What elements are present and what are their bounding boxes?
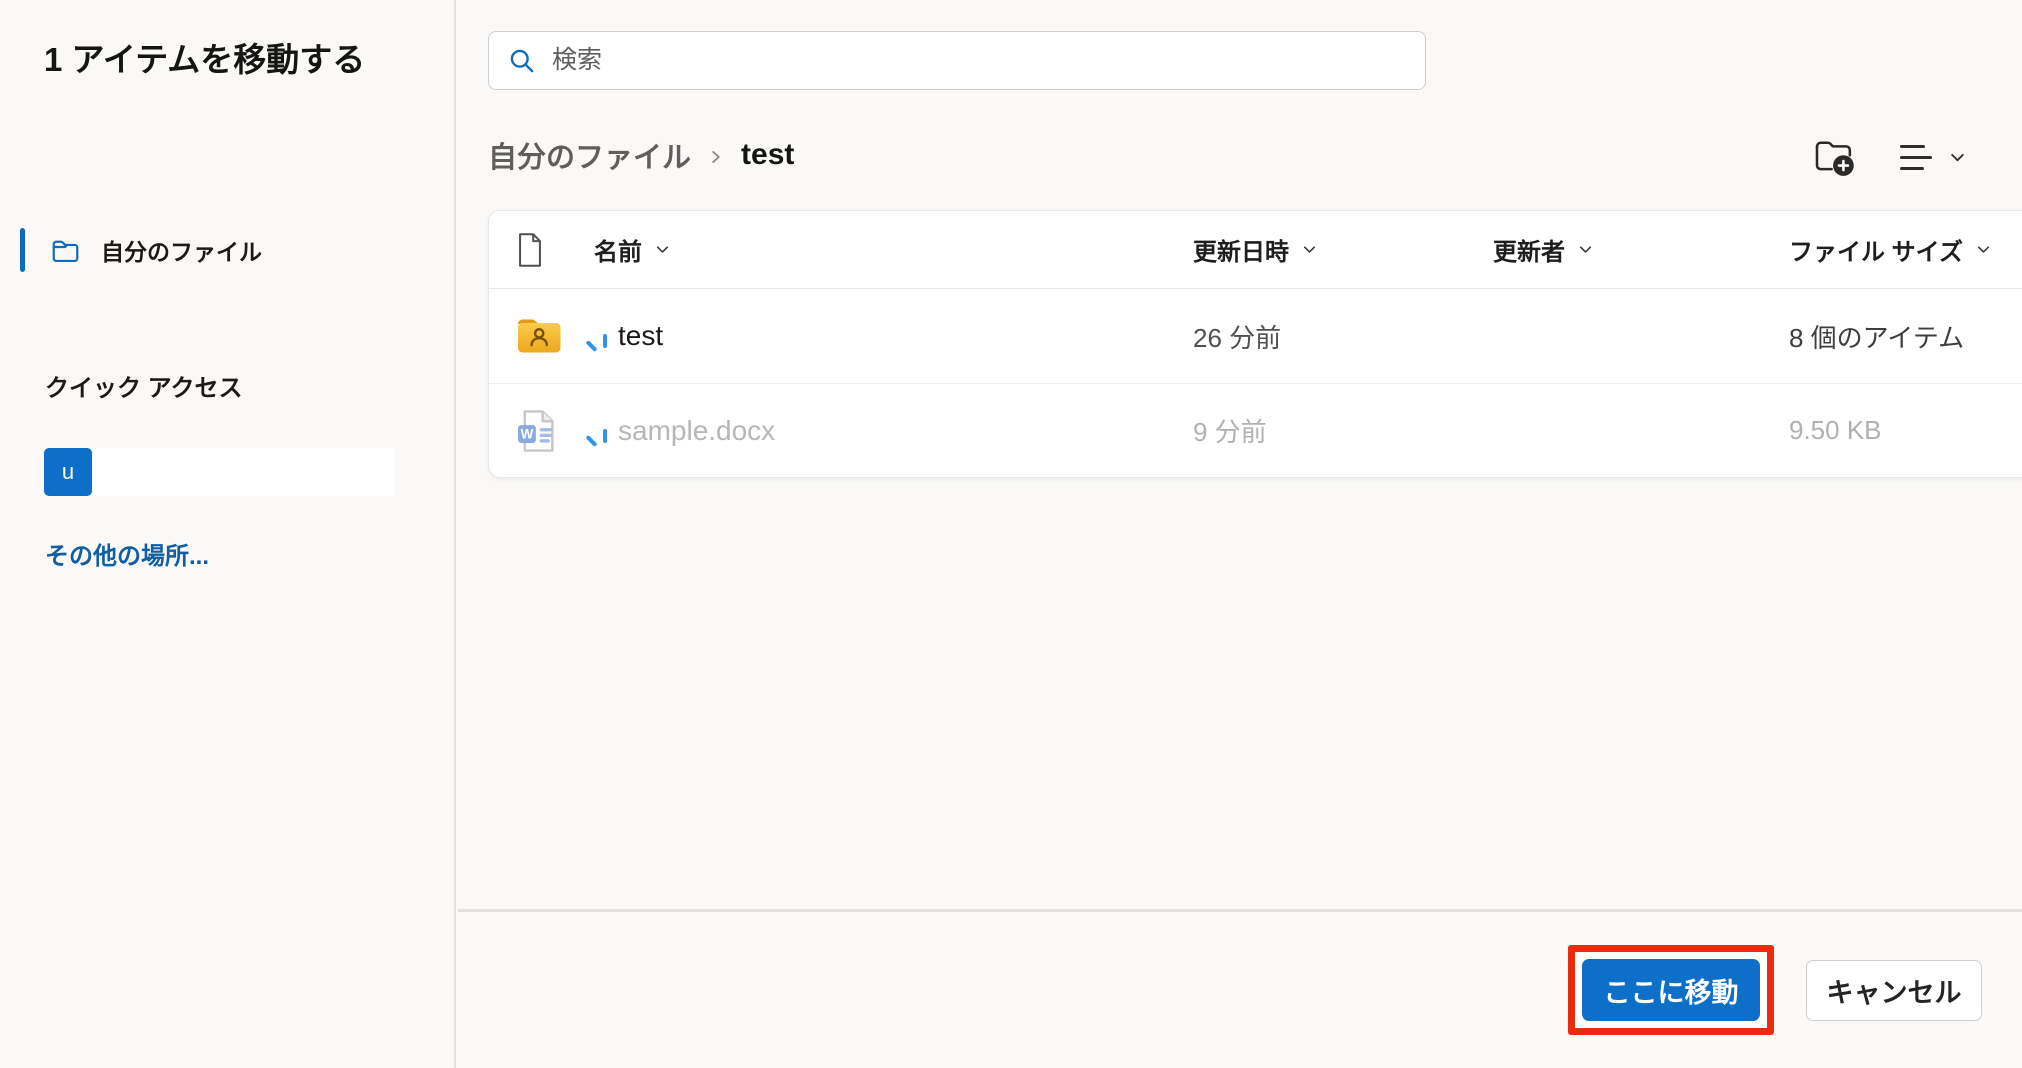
file-size: 9.50 KB [1789,415,2022,446]
quick-access-heading: クイック アクセス [45,368,242,403]
dialog-title: 1 アイテムを移動する [44,32,384,88]
quick-access-site-item[interactable]: u [44,448,394,496]
move-dialog-main: 自分のファイル test [458,0,2022,1068]
search-input[interactable] [552,46,1406,75]
shared-folder-icon [489,317,569,355]
word-document-icon: W [489,409,569,453]
sidebar-item-my-files[interactable]: 自分のファイル [20,222,430,278]
chevron-down-icon [654,241,671,258]
file-list-card: 名前 更新日時 更新者 ファイル サイズ [488,210,2022,478]
toolbar [1812,135,1967,179]
table-row-sample-docx[interactable]: W sample.docx 9 分前 9.50 KB [489,383,2022,477]
chevron-down-icon [1948,148,1967,167]
column-header-modified-by[interactable]: 更新者 [1493,232,1789,267]
file-list-header: 名前 更新日時 更新者 ファイル サイズ [489,211,2022,289]
column-header-size[interactable]: ファイル サイズ [1789,232,2022,267]
table-row-folder-test[interactable]: test 26 分前 8 個のアイテム [489,289,2022,383]
chevron-down-icon [1975,241,1992,258]
breadcrumb-root[interactable]: 自分のファイル [488,134,691,176]
chevron-down-icon [1301,241,1318,258]
new-folder-button[interactable] [1812,136,1858,178]
red-highlight-annotation: ここに移動 [1568,945,1774,1035]
move-indicator-icon [585,429,611,455]
selected-indicator-bar [20,228,25,272]
move-here-button[interactable]: ここに移動 [1582,959,1760,1021]
search-box[interactable] [488,31,1426,90]
move-dialog-sidebar: 1 アイテムを移動する 自分のファイル クイック アクセス u その他の場所..… [0,0,456,1068]
column-header-modified[interactable]: 更新日時 [1193,232,1493,267]
column-header-name[interactable]: 名前 [569,232,1193,267]
cancel-button[interactable]: キャンセル [1806,960,1982,1021]
more-places-link[interactable]: その他の場所... [45,536,209,571]
search-icon [508,47,536,75]
svg-text:W: W [521,426,534,441]
site-avatar: u [44,448,92,496]
file-modified: 26 分前 [1193,318,1493,355]
file-modified: 9 分前 [1193,412,1493,449]
chevron-down-icon [1577,241,1594,258]
view-options-button[interactable] [1900,144,1967,170]
move-indicator-icon [585,334,611,360]
document-type-icon [489,232,569,268]
breadcrumb-current: test [741,138,794,172]
breadcrumb: 自分のファイル test [488,134,794,176]
file-name: sample.docx [594,415,775,447]
folder-icon [50,235,81,266]
footer-divider [458,909,2022,912]
new-folder-icon [1812,136,1858,178]
breadcrumb-chevron-icon [707,148,725,166]
sidebar-item-label: 自分のファイル [101,233,262,267]
view-options-icon [1900,144,1933,170]
file-size: 8 個のアイテム [1789,318,2022,355]
